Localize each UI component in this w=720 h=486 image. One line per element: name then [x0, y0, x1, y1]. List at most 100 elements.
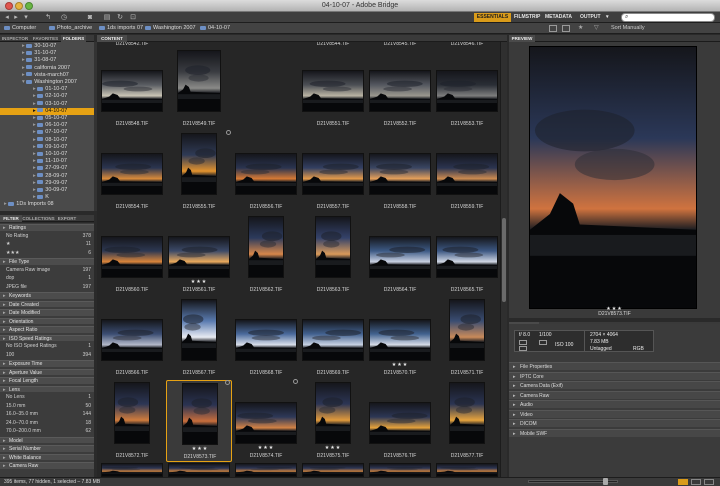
thumbnail-cell[interactable]: D21V8548.TIF	[99, 48, 165, 130]
thumbnail-image[interactable]	[369, 319, 431, 361]
tab-preview[interactable]: PREVIEW	[509, 35, 535, 42]
content-scrollbar[interactable]	[500, 42, 507, 477]
filter-category[interactable]: ▸ Ratings	[0, 224, 94, 231]
filter-category[interactable]: ▸ Aperture Value	[0, 368, 94, 376]
thumbnail-image[interactable]	[436, 153, 498, 195]
filter-category[interactable]: ▸ White Balance	[0, 453, 94, 461]
tab-collections[interactable]: COLLECTIONS	[22, 215, 55, 222]
folder-tree-item[interactable]: ▸ 09-10-07	[0, 144, 94, 151]
thumbnail-image[interactable]	[302, 153, 364, 195]
view-details-list-icon[interactable]	[691, 479, 701, 485]
thumbnail-image[interactable]	[101, 463, 163, 477]
thumbnail-image[interactable]	[302, 319, 364, 361]
thumbnail-cell[interactable]: D21V8576.TIF	[367, 380, 433, 462]
workspace-filmstrip[interactable]: FILMSTRIP	[514, 13, 540, 22]
folder-tree-item[interactable]: ▸ 1Ds Imports 08	[0, 201, 94, 208]
thumbnail-cell[interactable]: ★★★ D21V8561.TIF	[166, 214, 232, 296]
folder-tree-item[interactable]: ▸ 02-10-07	[0, 93, 94, 100]
filter-item[interactable]: 24.0–70.0 mm 18	[0, 420, 94, 427]
filter-category[interactable]: ▸ Focal Length	[0, 377, 94, 384]
thumbnail-cell[interactable]: ★★★ D21V8573.TIF	[166, 380, 232, 462]
thumbnail-cell[interactable]: D21V8566.TIF	[99, 297, 165, 379]
folder-tree-item[interactable]: ▸ 06-10-07	[0, 122, 94, 129]
workspace-menu-chevron-icon[interactable]: ▾	[606, 13, 609, 22]
folder-tree-item[interactable]: ▸ 11-10-07	[0, 158, 94, 165]
thumbnail-image[interactable]	[369, 236, 431, 278]
star-rating[interactable]: ★★★	[300, 446, 366, 451]
thumbnail-image[interactable]	[449, 382, 485, 444]
thumbnail-image[interactable]	[168, 236, 230, 278]
filter-item[interactable]: dop 1	[0, 275, 94, 282]
star-rating[interactable]: ★★★	[233, 446, 299, 451]
filter-category[interactable]: ▸ Camera Raw	[0, 462, 94, 469]
crumb-1ds-imports[interactable]: 1ds imports 07	[99, 23, 143, 34]
view-list-icon[interactable]	[704, 479, 714, 485]
folder-tree-item[interactable]: ▸ 03-10-07	[0, 101, 94, 108]
forward-arrow-icon[interactable]: ▸	[12, 13, 20, 22]
folder-tree-item[interactable]: ▸ 31-10-07	[0, 50, 94, 57]
star-rating[interactable]: ★★★	[166, 280, 232, 285]
thumbnail-image[interactable]	[436, 463, 498, 477]
folder-tree-item[interactable]: ▾ Washington 2007	[0, 79, 94, 86]
metadata-section[interactable]: Camera Raw	[509, 390, 720, 400]
folder-tree-item[interactable]: ▸ 07-10-07	[0, 129, 94, 136]
crumb-photo-archive[interactable]: Photo_archive	[49, 23, 92, 34]
slider-thumb[interactable]	[603, 478, 608, 485]
folder-tree-item[interactable]: ▸ 29-09-07	[0, 180, 94, 187]
thumbnail-cell[interactable]: D21V8551.TIF	[300, 48, 366, 130]
thumbnail-image[interactable]	[315, 382, 351, 444]
thumbnail-cell[interactable]: D21V8567.TIF	[166, 297, 232, 379]
metadata-section[interactable]: Camera Data (Exif)	[509, 381, 720, 390]
rotate-icon[interactable]: ↻	[114, 13, 126, 22]
thumbnail-image[interactable]	[114, 382, 150, 444]
filter-item[interactable]: 100 394	[0, 352, 94, 359]
filter-category[interactable]: ▸ Model	[0, 436, 94, 444]
thumbnail-cell[interactable]: D21V8577.TIF	[434, 380, 500, 462]
folder-tree-item[interactable]: ▸ 27-09-07	[0, 165, 94, 172]
star-filter-icon[interactable]: ★	[578, 25, 586, 32]
thumbnail-cell[interactable]: D21V8568.TIF	[233, 297, 299, 379]
thumbnail-cell[interactable]: D21V8557.TIF	[300, 131, 366, 213]
filter-item[interactable]: 70.0–200.0 mm 62	[0, 428, 94, 435]
sort-dropdown[interactable]: Sort Manually	[611, 23, 645, 34]
thumbnail-image[interactable]	[369, 463, 431, 477]
thumbnail-image[interactable]	[101, 319, 163, 361]
folder-tree-item[interactable]: ▸ 05-10-07	[0, 115, 94, 122]
thumbnail-image[interactable]	[181, 133, 217, 195]
thumbnail-cell[interactable]: D21V8552.TIF	[367, 48, 433, 130]
thumbnail-image[interactable]	[101, 153, 163, 195]
thumbnail-image[interactable]	[449, 299, 485, 361]
thumbnail-cell[interactable]: D21V8571.TIF	[434, 297, 500, 379]
filter-category[interactable]: ▸ Lens	[0, 385, 94, 393]
filter-category[interactable]: ▸ Date Created	[0, 300, 94, 308]
filter-category[interactable]: ▸ Date Modified	[0, 309, 94, 316]
thumbnail-image[interactable]	[369, 402, 431, 444]
tab-favorites[interactable]: FAVORITES	[30, 35, 61, 42]
thumbnail-cell[interactable]: D21V8554.TIF	[99, 131, 165, 213]
back-arrow-icon[interactable]: ◂	[3, 13, 11, 22]
folder-tree-item[interactable]: ▸ california 2007	[0, 65, 94, 72]
filter-category[interactable]: ▸ Exposure Time	[0, 360, 94, 367]
rotate-badge-icon[interactable]	[225, 380, 230, 385]
thumbnail-image[interactable]	[436, 236, 498, 278]
metadata-section[interactable]: DICOM	[509, 419, 720, 428]
scrollbar-thumb[interactable]	[502, 218, 506, 302]
thumbnail-image[interactable]	[302, 463, 364, 477]
filter-category[interactable]: ▸ Serial Number	[0, 445, 94, 452]
thumbnail-cell[interactable]: D21V8553.TIF	[434, 48, 500, 130]
filter-category[interactable]: ▸ Orientation	[0, 317, 94, 325]
filter-item[interactable]: Camera Raw image 197	[0, 267, 94, 274]
refine-icon[interactable]: ▤	[101, 13, 113, 22]
tab-folders[interactable]: FOLDERS	[61, 35, 86, 42]
folder-tree-item[interactable]: ▸ 31-08-07	[0, 57, 94, 64]
go-parent-icon[interactable]: ↰	[42, 13, 54, 22]
metadata-section[interactable]: File Properties	[509, 362, 720, 371]
folder-tree-item[interactable]: ▸ 10-10-07	[0, 151, 94, 158]
folder-tree-item[interactable]: ▸ 30-09-07	[0, 187, 94, 194]
filter-category[interactable]: ▸ File Type	[0, 258, 94, 265]
thumbnail-cell[interactable]: D21V8562.TIF	[233, 214, 299, 296]
thumbnail-image[interactable]	[369, 70, 431, 112]
filter-item[interactable]: No Rating 378	[0, 233, 94, 240]
thumbnail-cell[interactable]: ★★★ D21V8575.TIF	[300, 380, 366, 462]
tab-filter[interactable]: FILTER	[0, 215, 22, 222]
